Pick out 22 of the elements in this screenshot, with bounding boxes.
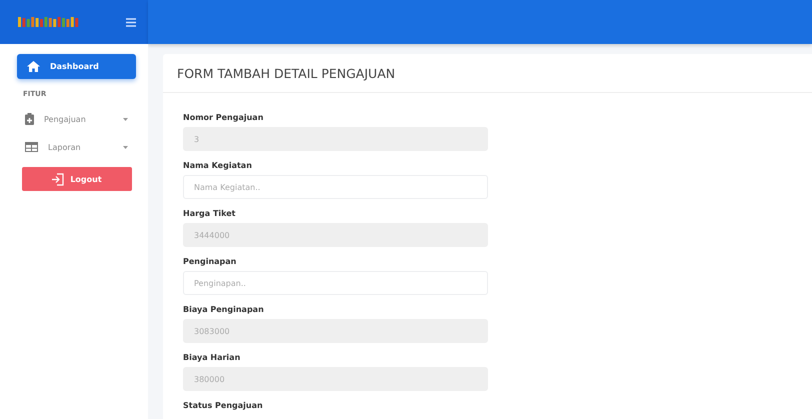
- sidebar-item[interactable]: Pengajuan: [17, 105, 136, 133]
- logo-drawing: [18, 17, 80, 27]
- table-icon: [25, 142, 38, 152]
- logout-button[interactable]: Logout: [22, 167, 132, 191]
- menu-icon[interactable]: [126, 18, 136, 26]
- field-label: Nama Kegiatan: [183, 160, 253, 172]
- home-icon: [27, 61, 40, 72]
- field-label: Harga Tiket: [183, 208, 237, 220]
- field-label: Penginapan: [183, 256, 238, 268]
- field-label: Biaya Harian: [183, 352, 242, 364]
- clipboard-icon: [25, 113, 34, 125]
- field-label: Nomor Pengajuan: [183, 112, 264, 124]
- caret-icon: [123, 143, 128, 151]
- sidebar-item[interactable]: Dashboard: [17, 54, 136, 79]
- sidebar-item[interactable]: Laporan: [17, 133, 136, 161]
- logout-icon: [52, 172, 64, 186]
- field-label: Status Pengajuan: [183, 400, 264, 412]
- card-title: FORM TAMBAH DETAIL PENGAJUAN: [163, 54, 812, 93]
- input-field[interactable]: Penginapan..: [183, 271, 488, 295]
- input-field[interactable]: Nama Kegiatan..: [183, 175, 488, 199]
- caret-icon: [123, 115, 128, 123]
- field-label: Biaya Penginapan: [183, 304, 265, 316]
